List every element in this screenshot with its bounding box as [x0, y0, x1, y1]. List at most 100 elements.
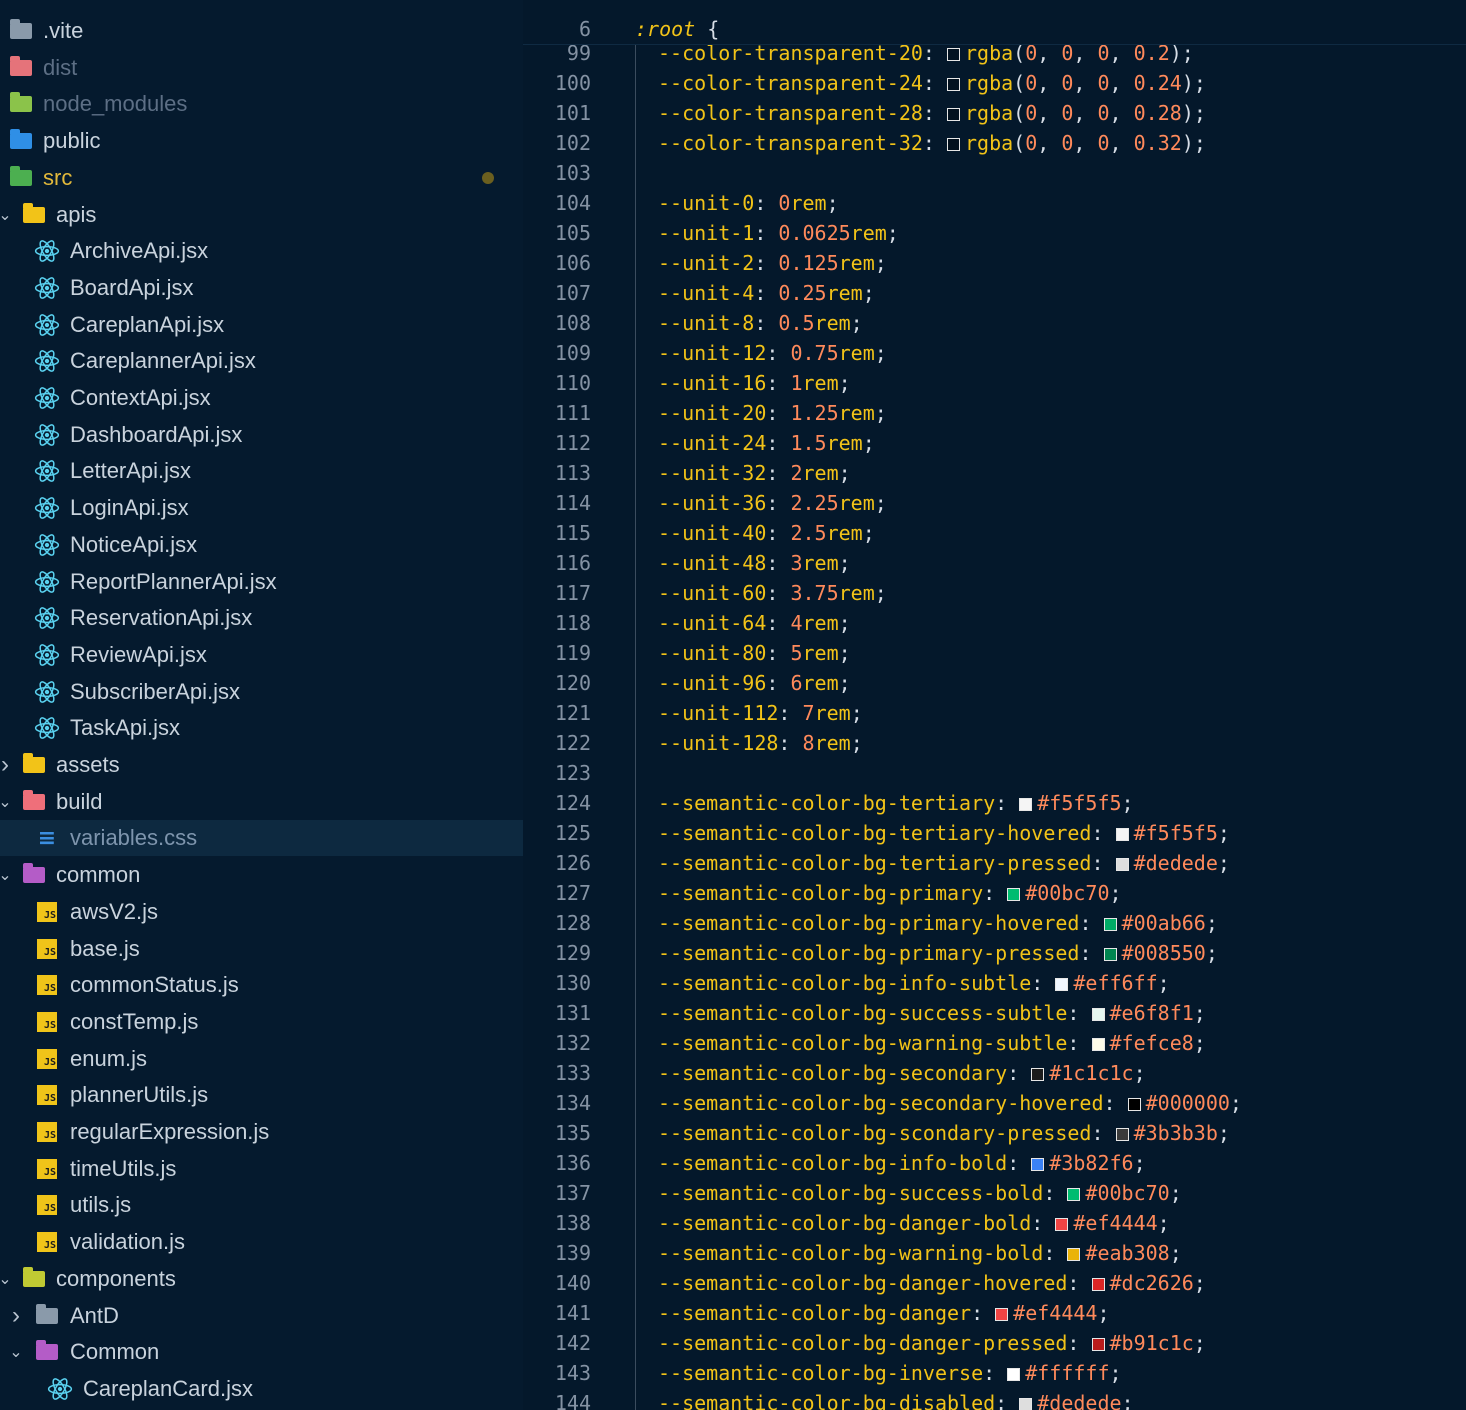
tree-item[interactable]: ⌄ apis — [0, 197, 523, 233]
tree-item[interactable]: .vite — [0, 13, 523, 49]
tree-item[interactable]: JS regularExpression.js — [0, 1114, 523, 1150]
tree-item[interactable]: ContextApi.jsx — [0, 380, 523, 416]
tree-item[interactable]: ⌄ common — [0, 857, 523, 893]
tree-item[interactable]: JS enum.js — [0, 1041, 523, 1077]
code-line[interactable]: 125 --semantic-color-bg-tertiary-hovered:… — [523, 818, 1466, 848]
tree-item[interactable]: SubscriberApi.jsx — [0, 674, 523, 710]
code-line[interactable]: 108 --unit-8: 0.5rem; — [523, 308, 1466, 338]
code-line[interactable]: 121 --unit-112: 7rem; — [523, 698, 1466, 728]
code-line[interactable]: 112 --unit-24: 1.5rem; — [523, 428, 1466, 458]
code-line[interactable]: 109 --unit-12: 0.75rem; — [523, 338, 1466, 368]
chevron-down-icon[interactable]: ⌄ — [9, 1342, 23, 1362]
tree-item[interactable]: JS base.js — [0, 931, 523, 967]
code-line[interactable]: 102 --color-transparent-32: rgba(0, 0, 0,… — [523, 128, 1466, 158]
code-line[interactable]: 143 --semantic-color-bg-inverse: #ffffff; — [523, 1358, 1466, 1388]
sticky-scroll-header[interactable]: 6 :root { — [523, 14, 1466, 45]
color-swatch[interactable] — [947, 138, 960, 151]
color-swatch[interactable] — [1091, 1338, 1105, 1351]
tree-item[interactable]: CareplannerApi.jsx — [0, 343, 523, 379]
code-line[interactable]: 129 --semantic-color-bg-primary-pressed: … — [523, 938, 1466, 968]
code-line[interactable]: 118 --unit-64: 4rem; — [523, 608, 1466, 638]
color-swatch[interactable] — [1007, 1368, 1021, 1381]
color-swatch[interactable] — [1103, 918, 1117, 931]
code-line[interactable]: 115 --unit-40: 2.5rem; — [523, 518, 1466, 548]
code-line[interactable]: 114 --unit-36: 2.25rem; — [523, 488, 1466, 518]
code-line[interactable]: 101 --color-transparent-28: rgba(0, 0, 0,… — [523, 98, 1466, 128]
color-swatch[interactable] — [1019, 1398, 1033, 1410]
code-line[interactable]: 130 --semantic-color-bg-info-subtle: #eff… — [523, 968, 1466, 998]
code-line[interactable]: 137 --semantic-color-bg-success-bold: #00… — [523, 1178, 1466, 1208]
code-line[interactable]: 132 --semantic-color-bg-warning-subtle: #… — [523, 1028, 1466, 1058]
code-line[interactable]: 123 — [523, 758, 1466, 788]
color-swatch[interactable] — [1067, 1188, 1081, 1201]
chevron-down-icon[interactable]: ⌄ — [0, 205, 12, 225]
tree-item[interactable]: ReportPlannerApi.jsx — [0, 564, 523, 600]
code-line[interactable]: 142 --semantic-color-bg-danger-pressed: #… — [523, 1328, 1466, 1358]
tree-item[interactable]: JS plannerUtils.js — [0, 1077, 523, 1113]
tree-item[interactable]: JS utils.js — [0, 1187, 523, 1223]
color-swatch[interactable] — [1127, 1098, 1141, 1111]
code-line[interactable]: 103 — [523, 158, 1466, 188]
code-line[interactable]: 106 --unit-2: 0.125rem; — [523, 248, 1466, 278]
tree-item[interactable]: ⌄ components — [0, 1261, 523, 1297]
code-line[interactable]: 133 --semantic-color-bg-secondary: #1c1c1… — [523, 1058, 1466, 1088]
tree-item[interactable]: node_modules — [0, 86, 523, 122]
tree-item[interactable]: CareplanApi.jsx — [0, 307, 523, 343]
tree-item[interactable]: dist — [0, 50, 523, 86]
code-line[interactable]: 107 --unit-4: 0.25rem; — [523, 278, 1466, 308]
color-swatch[interactable] — [1115, 858, 1129, 871]
color-swatch[interactable] — [1115, 1128, 1129, 1141]
code-line[interactable]: 105 --unit-1: 0.0625rem; — [523, 218, 1466, 248]
code-line[interactable]: 124 --semantic-color-bg-tertiary: #f5f5f5… — [523, 788, 1466, 818]
color-swatch[interactable] — [1055, 978, 1069, 991]
tree-item[interactable]: JS constTemp.js — [0, 1004, 523, 1040]
color-swatch[interactable] — [1103, 948, 1117, 961]
tree-item[interactable]: src — [0, 160, 523, 196]
code-line[interactable]: 117 --unit-60: 3.75rem; — [523, 578, 1466, 608]
tree-item[interactable]: ArchiveApi.jsx — [0, 233, 523, 269]
code-line[interactable]: 140 --semantic-color-bg-danger-hovered: #… — [523, 1268, 1466, 1298]
code-line[interactable]: 138 --semantic-color-bg-danger-bold: #ef4… — [523, 1208, 1466, 1238]
code-line[interactable]: 144 --semantic-color-bg-disabled: #dedede… — [523, 1388, 1466, 1410]
tree-item[interactable]: JS timeUtils.js — [0, 1151, 523, 1187]
tree-item[interactable]: BoardApi.jsx — [0, 270, 523, 306]
tree-item[interactable]: NoticeApi.jsx — [0, 527, 523, 563]
code-line[interactable]: 122 --unit-128: 8rem; — [523, 728, 1466, 758]
tree-item[interactable]: TaskApi.jsx — [0, 710, 523, 746]
code-line[interactable]: 113 --unit-32: 2rem; — [523, 458, 1466, 488]
code-line[interactable]: 110 --unit-16: 1rem; — [523, 368, 1466, 398]
code-line[interactable]: 104 --unit-0: 0rem; — [523, 188, 1466, 218]
code-line[interactable]: 128 --semantic-color-bg-primary-hovered: … — [523, 908, 1466, 938]
color-swatch[interactable] — [1031, 1158, 1045, 1171]
chevron-right-icon[interactable]: › — [9, 1302, 23, 1329]
code-line[interactable]: 131 --semantic-color-bg-success-subtle: #… — [523, 998, 1466, 1028]
tree-item[interactable]: JS validation.js — [0, 1224, 523, 1260]
tree-item[interactable]: ⌄ build — [0, 784, 523, 820]
chevron-down-icon[interactable]: ⌄ — [0, 792, 12, 812]
code-line[interactable]: 141 --semantic-color-bg-danger: #ef4444; — [523, 1298, 1466, 1328]
color-swatch[interactable] — [1115, 828, 1129, 841]
code-line[interactable]: 116 --unit-48: 3rem; — [523, 548, 1466, 578]
tree-item[interactable]: › AntD — [0, 1298, 523, 1334]
tree-item[interactable]: JS commonStatus.js — [0, 967, 523, 1003]
code-editor[interactable]: 6 :root { 99 --color-transparent-20: rgba… — [523, 0, 1466, 1410]
color-swatch[interactable] — [947, 108, 960, 121]
code-line[interactable]: 126 --semantic-color-bg-tertiary-pressed:… — [523, 848, 1466, 878]
chevron-down-icon[interactable]: ⌄ — [0, 1269, 12, 1289]
tree-item[interactable]: DashboardApi.jsx — [0, 417, 523, 453]
chevron-right-icon[interactable]: › — [0, 751, 12, 778]
color-swatch[interactable] — [1031, 1068, 1045, 1081]
code-line[interactable]: 134 --semantic-color-bg-secondary-hovered… — [523, 1088, 1466, 1118]
color-swatch[interactable] — [947, 78, 960, 91]
color-swatch[interactable] — [995, 1308, 1009, 1321]
tree-item[interactable]: ReservationApi.jsx — [0, 600, 523, 636]
tree-item[interactable]: LetterApi.jsx — [0, 453, 523, 489]
color-swatch[interactable] — [1091, 1008, 1105, 1021]
code-line[interactable]: 135 --semantic-color-bg-scondary-pressed:… — [523, 1118, 1466, 1148]
tree-item[interactable]: LoginApi.jsx — [0, 490, 523, 526]
tree-item[interactable]: public — [0, 123, 523, 159]
code-line[interactable]: 139 --semantic-color-bg-warning-bold: #ea… — [523, 1238, 1466, 1268]
tree-item[interactable]: CareplanCard.jsx — [0, 1371, 523, 1407]
color-swatch[interactable] — [1019, 798, 1033, 811]
tree-item[interactable]: ≡ variables.css — [0, 820, 523, 857]
